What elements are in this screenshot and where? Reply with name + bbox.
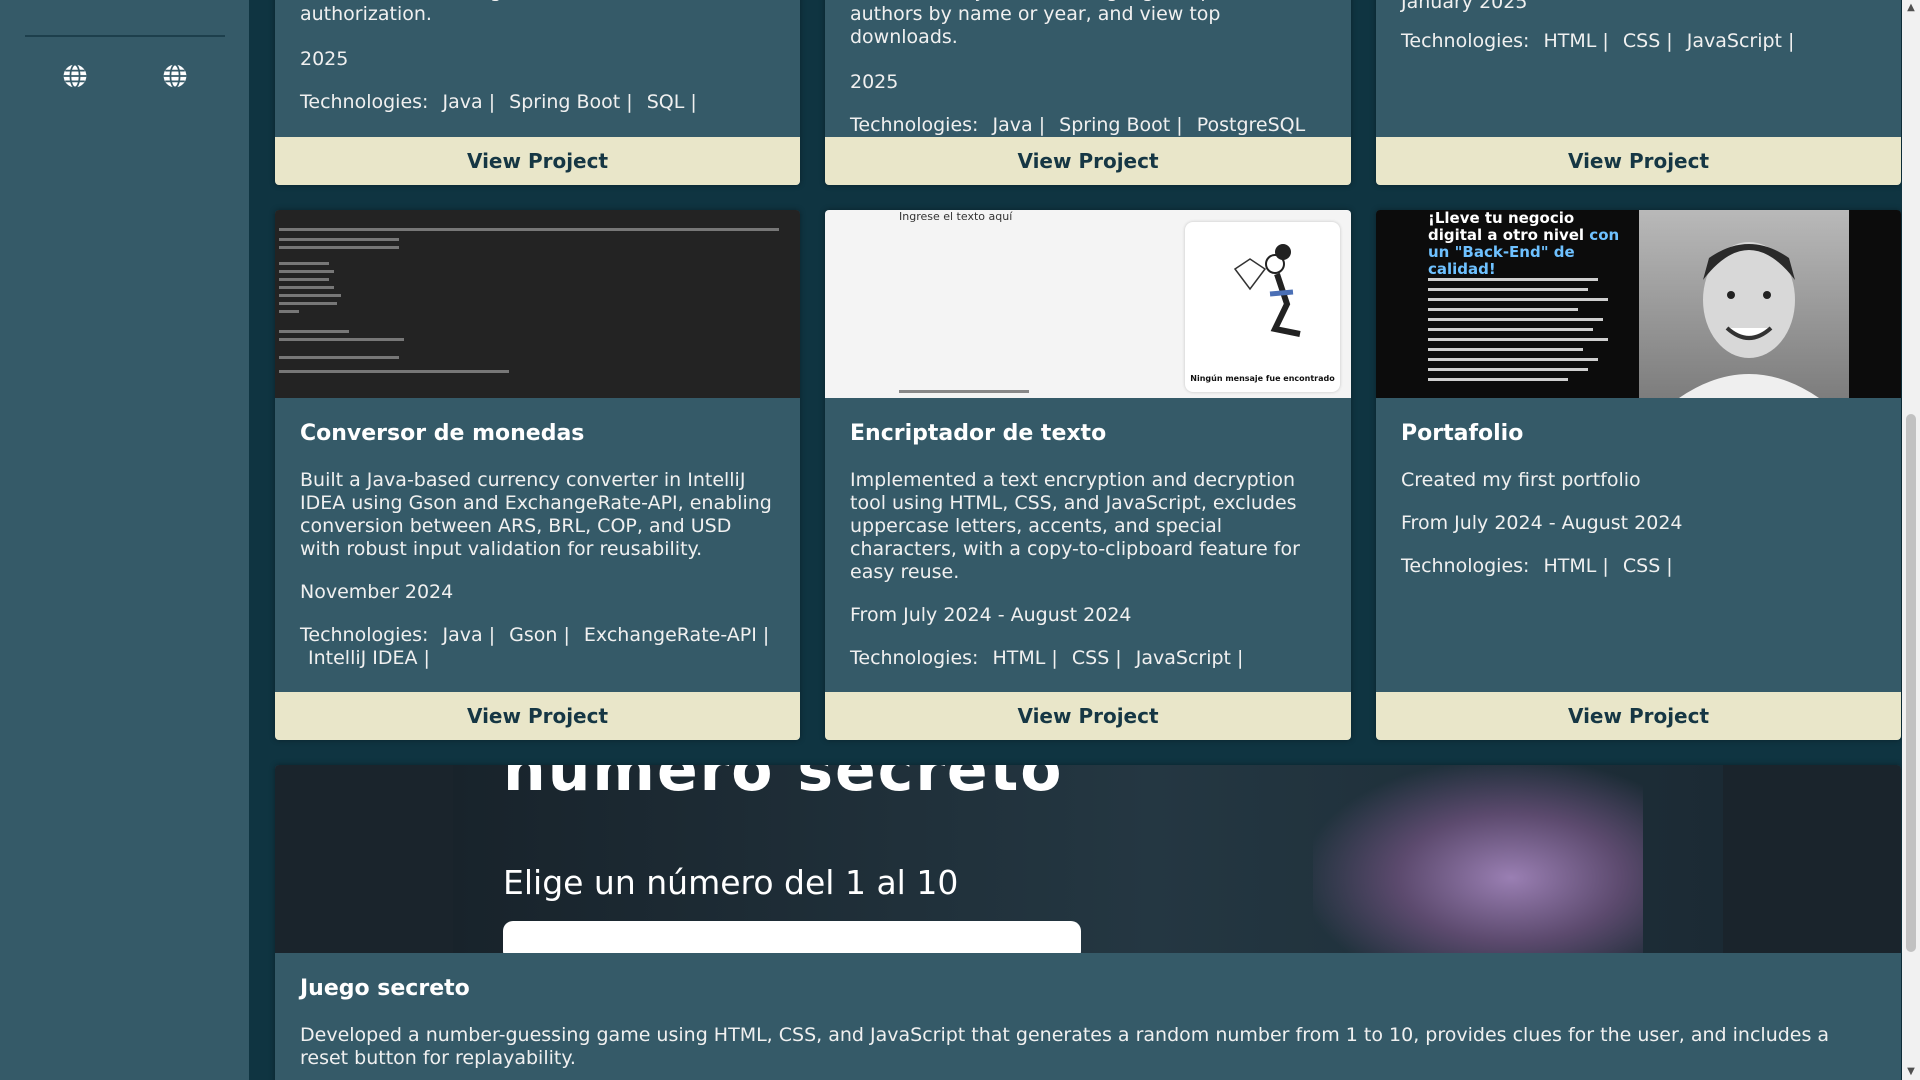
tech-label: Technologies:	[850, 647, 979, 669]
tech-label: Technologies:	[850, 114, 979, 136]
tech-item: JavaScript |	[1135, 647, 1244, 669]
card-title: Portafolio	[1401, 421, 1524, 446]
sidebar	[0, 0, 249, 1080]
project-card-portafolio: ¡Lleve tu negocio digital a otro nivel c…	[1376, 210, 1901, 740]
card-date: From July 2024 - August 2024	[850, 604, 1132, 626]
project-card-top-2: filter books by name or language, explor…	[825, 0, 1351, 185]
card-date: November 2024	[300, 581, 454, 603]
tech-label: Technologies:	[300, 624, 429, 646]
card-description: Implemented a text encryption and decryp…	[850, 469, 1300, 583]
screenshot-text-lines	[1428, 278, 1618, 381]
game-banner: número secreto Elige un número del 1 al …	[453, 765, 1723, 953]
globe-icon[interactable]	[162, 63, 188, 89]
project-card-top-1: secure access through authentication and…	[275, 0, 800, 185]
card-technologies: Technologies: Java | Spring Boot | SQL |	[300, 91, 720, 114]
tech-item: Java |	[442, 91, 496, 113]
project-screenshot[interactable]: número secreto Elige un número del 1 al …	[275, 765, 1901, 953]
tech-item: SQL |	[646, 91, 697, 113]
tech-item: JavaScript |	[1686, 30, 1795, 52]
view-project-button[interactable]: View Project	[1376, 692, 1901, 740]
project-screenshot[interactable]: Ingrese el texto aquí Ningún mensaje fue…	[825, 210, 1351, 398]
tech-item: HTML |	[1543, 30, 1609, 52]
project-card-encriptador: Ingrese el texto aquí Ningún mensaje fue…	[825, 210, 1351, 740]
vertical-scrollbar[interactable]: ▲ ▼	[1902, 0, 1920, 1080]
sidebar-divider	[25, 35, 225, 37]
screenshot-text: Ingrese el texto aquí	[899, 210, 1013, 223]
tech-item: Java |	[442, 624, 496, 646]
tech-label: Technologies:	[1401, 30, 1530, 52]
game-input	[503, 921, 1081, 953]
detective-illustration	[1233, 244, 1301, 337]
view-project-button[interactable]: View Project	[825, 137, 1351, 185]
project-card-conversor: Conversor de monedas Built a Java-based …	[275, 210, 800, 740]
card-technologies: Technologies: HTML | CSS |	[1401, 555, 1876, 578]
project-card-juego-secreto: número secreto Elige un número del 1 al …	[275, 765, 1901, 1080]
game-headline: número secreto	[503, 765, 1064, 805]
card-description: Built a Java-based currency converter in…	[300, 469, 772, 560]
project-card-top-3: January 2025 Technologies: HTML | CSS | …	[1376, 0, 1901, 185]
tech-item: IntelliJ IDEA |	[308, 647, 430, 669]
game-character	[1313, 765, 1643, 953]
tech-label: Technologies:	[300, 91, 429, 113]
scroll-up-arrow-icon[interactable]: ▲	[1902, 0, 1920, 16]
game-prompt: Elige un número del 1 al 10	[503, 863, 959, 902]
scroll-down-arrow-icon[interactable]: ▼	[1902, 1064, 1920, 1080]
screenshot-empty-text: Ningún mensaje fue encontrado	[1190, 374, 1335, 383]
tech-item: HTML |	[1543, 555, 1609, 577]
card-date: 2025	[850, 71, 899, 93]
view-project-button[interactable]: View Project	[1376, 137, 1901, 185]
card-date: January 2025	[1401, 0, 1528, 13]
card-description: Developed a number-guessing game using H…	[300, 1024, 1830, 1069]
tech-item: HTML |	[992, 647, 1058, 669]
card-title: Juego secreto	[300, 976, 470, 1001]
card-title: Conversor de monedas	[300, 421, 585, 446]
card-technologies: Technologies: HTML | CSS | JavaScript |	[1401, 30, 1876, 53]
card-description: Created my first portfolio	[1401, 469, 1641, 491]
tech-item: Spring Boot |	[509, 91, 633, 113]
tech-label: Technologies:	[1401, 555, 1530, 577]
tech-item: Gson |	[509, 624, 570, 646]
project-screenshot[interactable]	[275, 210, 800, 398]
card-technologies: Technologies: HTML | CSS | JavaScript |	[850, 647, 1326, 670]
tech-item: CSS |	[1622, 30, 1673, 52]
view-project-button[interactable]: View Project	[275, 692, 800, 740]
card-title: Encriptador de texto	[850, 421, 1107, 446]
card-date: 2025	[300, 48, 349, 70]
tech-item: Spring Boot |	[1059, 114, 1183, 136]
screenshot-headline: ¡Lleve tu negocio digital a otro nivel c…	[1428, 210, 1620, 278]
card-technologies: Technologies: Java | Gson | ExchangeRate…	[300, 624, 775, 670]
card-description: secure access through authentication and…	[300, 0, 700, 25]
globe-icon[interactable]	[62, 63, 88, 89]
card-date: From July 2024 - August 2024	[1401, 512, 1683, 534]
screenshot-panel: Ningún mensaje fue encontrado	[1185, 222, 1340, 392]
tech-item: ExchangeRate-API |	[583, 624, 770, 646]
view-project-button[interactable]: View Project	[275, 137, 800, 185]
scroll-thumb[interactable]	[1906, 414, 1916, 952]
tech-item: CSS |	[1071, 647, 1122, 669]
tech-item: CSS |	[1622, 555, 1673, 577]
tech-item: Java |	[992, 114, 1046, 136]
view-project-button[interactable]: View Project	[825, 692, 1351, 740]
profile-photo	[1639, 210, 1849, 398]
project-screenshot[interactable]: ¡Lleve tu negocio digital a otro nivel c…	[1376, 210, 1901, 398]
card-description: filter books by name or language, explor…	[850, 0, 1248, 48]
